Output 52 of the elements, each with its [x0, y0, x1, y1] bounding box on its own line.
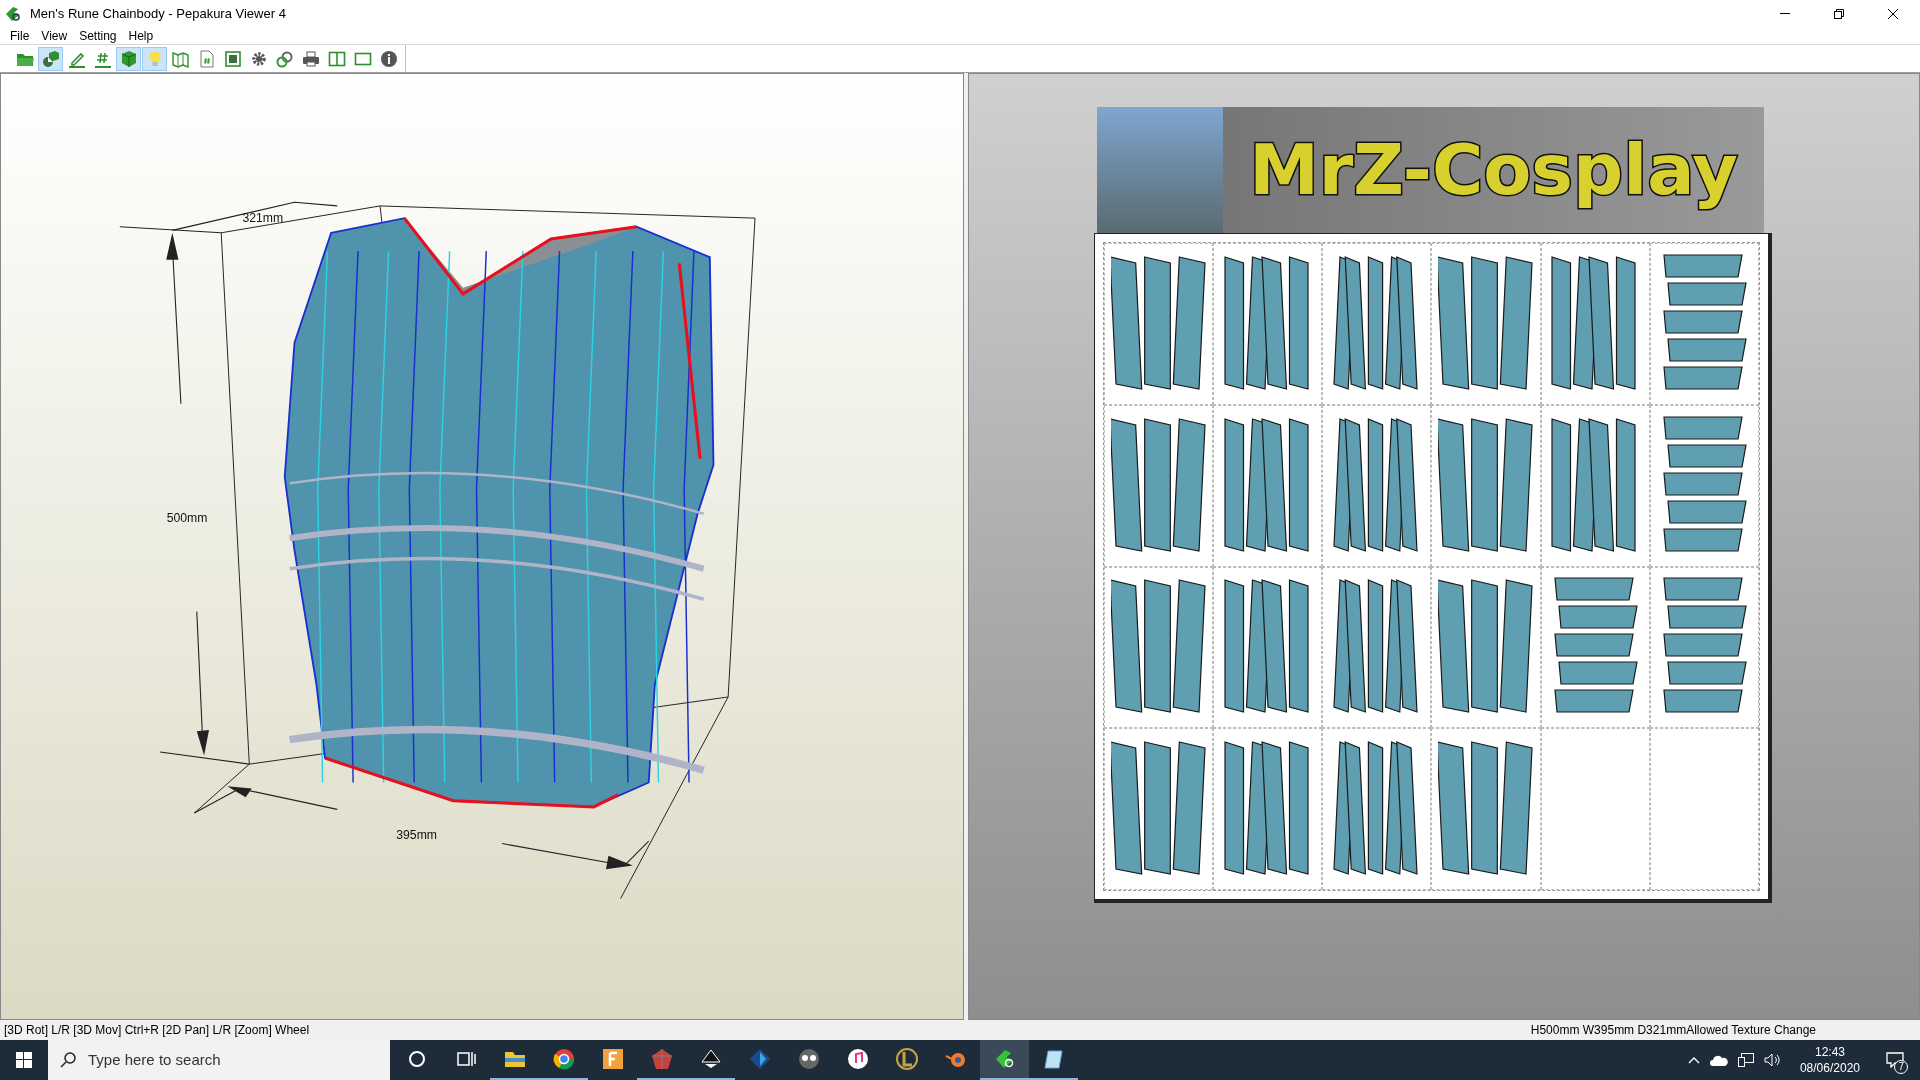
map-icon	[171, 49, 190, 68]
status-info: H500mm W395mm D321mmAllowed Texture Change	[1530, 1022, 1817, 1039]
windows-logo-icon	[16, 1052, 32, 1068]
info-icon	[379, 49, 398, 68]
search-field[interactable]: Type here to search	[48, 1040, 390, 1080]
3d-viewport[interactable]: 321mm 500mm 395mm	[0, 73, 964, 1020]
gem-icon	[650, 1048, 673, 1070]
diamond-arrow-icon	[748, 1048, 771, 1070]
letter-f-icon	[601, 1048, 624, 1070]
app-logo-icon	[4, 4, 22, 23]
network-icon[interactable]	[1737, 1053, 1754, 1067]
restore-icon	[1834, 8, 1844, 19]
menu-item[interactable]: View	[35, 27, 74, 44]
clock-time: 12:43	[1814, 1044, 1845, 1060]
clock-date: 08/06/2020	[1799, 1060, 1860, 1076]
search-input[interactable]: Type here to search	[88, 1048, 368, 1072]
link-icon	[275, 49, 294, 68]
search-icon	[60, 1052, 76, 1068]
vector-pen-icon	[699, 1048, 722, 1070]
cubes-icon	[41, 49, 60, 68]
notepad-icon	[1042, 1048, 1065, 1070]
letter-l-icon	[895, 1048, 918, 1070]
split-window-icon	[327, 49, 346, 68]
toolbar-button[interactable]	[116, 46, 141, 71]
printer-icon	[301, 49, 320, 68]
notification-button[interactable]: 7	[1878, 1040, 1912, 1080]
face-icon	[797, 1048, 820, 1070]
frame-icon	[223, 49, 242, 68]
document-icon	[197, 49, 216, 68]
close-icon	[1888, 8, 1898, 19]
status-hint: [3D Rot] L/R [3D Mov] Ctrl+R [2D Pan] L/R [Zoom] Wheel	[4, 1022, 310, 1039]
clock[interactable]: 12:43 08/06/2020	[1791, 1044, 1868, 1076]
music-note-icon	[846, 1048, 869, 1070]
notification-count: 7	[1894, 1060, 1908, 1074]
minimize-icon	[1780, 13, 1790, 14]
depth-label: 321mm	[242, 210, 284, 225]
window-title: Men's Rune Chainbody - Pepakura Viewer 4	[30, 4, 286, 23]
height-label: 500mm	[166, 511, 208, 526]
settings-icon	[249, 49, 268, 68]
browser-icon	[552, 1048, 575, 1070]
menu-item[interactable]: Help	[122, 27, 160, 44]
chevron-up-icon[interactable]	[1687, 1056, 1700, 1064]
chainbody-model-drawing[interactable]	[283, 216, 715, 809]
menu-item[interactable]: Setting	[73, 27, 123, 44]
toolbar-button[interactable]	[38, 46, 63, 71]
cloud-icon[interactable]	[1709, 1054, 1728, 1066]
arrow-logo-icon	[993, 1048, 1016, 1070]
notification-icon	[1886, 1052, 1904, 1068]
width-label: 395mm	[396, 827, 437, 842]
menu-item[interactable]: File	[4, 27, 36, 44]
cube-icon	[119, 49, 138, 68]
volume-icon[interactable]	[1763, 1053, 1782, 1067]
